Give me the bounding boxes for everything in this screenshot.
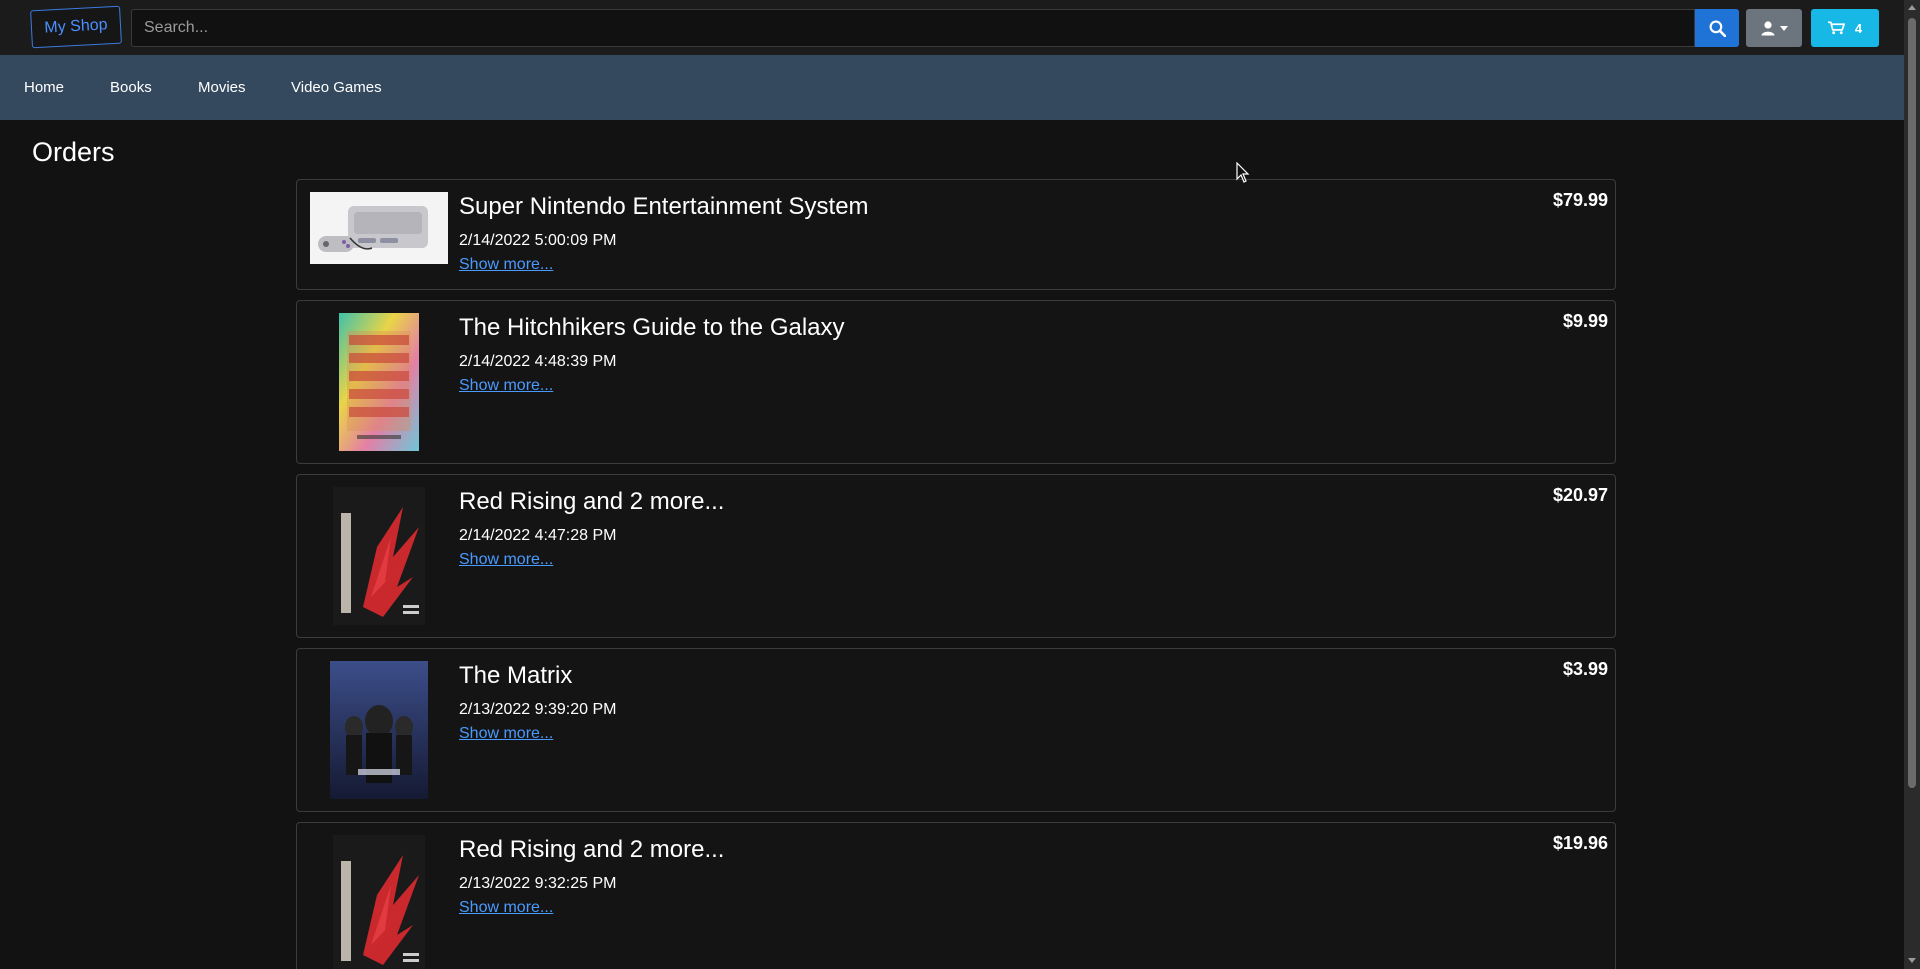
red-rising-book-cover[interactable]	[310, 487, 448, 625]
order-date: 2/14/2022 4:48:39 PM	[459, 353, 617, 370]
order-date: 2/14/2022 4:47:28 PM	[459, 527, 617, 544]
show-more-link[interactable]: Show more...	[459, 377, 553, 395]
chevron-down-icon	[1780, 25, 1788, 31]
user-icon	[1761, 21, 1775, 36]
show-more-link[interactable]: Show more...	[459, 725, 553, 743]
order-price: $19.96	[1552, 833, 1608, 853]
search-box	[131, 9, 1695, 47]
cart-button[interactable]: 4	[1811, 9, 1879, 47]
nav-item-video-games[interactable]: Video Games	[291, 55, 382, 120]
order-title[interactable]: The Matrix	[459, 662, 572, 690]
snes-console-image[interactable]	[310, 192, 448, 264]
order-card: The Hitchhikers Guide to the Galaxy 2/14…	[296, 300, 1616, 464]
search-input[interactable]	[132, 10, 1694, 46]
hitchhikers-book-cover[interactable]	[310, 313, 448, 451]
brand-logo[interactable]: My Shop	[30, 5, 122, 49]
red-rising-book-cover[interactable]	[310, 835, 448, 969]
search-icon	[1709, 20, 1726, 37]
order-price: $9.99	[1562, 311, 1608, 331]
page-title: Orders	[32, 137, 115, 167]
mouse-cursor-icon	[1236, 162, 1250, 183]
order-card: Red Rising and 2 more... 2/14/2022 4:47:…	[296, 474, 1616, 638]
order-date: 2/13/2022 9:32:25 PM	[459, 875, 617, 892]
nav-item-home[interactable]: Home	[24, 55, 64, 120]
cart-icon	[1827, 21, 1845, 35]
category-nav: Home Books Movies Video Games	[0, 55, 1904, 120]
order-date: 2/14/2022 5:00:09 PM	[459, 232, 617, 249]
cart-count: 4	[1854, 20, 1863, 36]
nav-item-movies[interactable]: Movies	[198, 55, 246, 120]
order-title[interactable]: The Hitchhikers Guide to the Galaxy	[459, 314, 845, 342]
order-card: The Matrix 2/13/2022 9:39:20 PM Show mor…	[296, 648, 1616, 812]
show-more-link[interactable]: Show more...	[459, 551, 553, 569]
matrix-movie-poster[interactable]	[310, 661, 448, 799]
user-menu-button[interactable]	[1746, 9, 1802, 47]
top-bar: My Shop 4	[0, 0, 1904, 55]
order-card: Super Nintendo Entertainment System 2/14…	[296, 179, 1616, 290]
scrollbar-thumb[interactable]	[1908, 18, 1916, 788]
order-title[interactable]: Super Nintendo Entertainment System	[459, 193, 869, 221]
search-button[interactable]	[1695, 9, 1739, 47]
show-more-link[interactable]: Show more...	[459, 899, 553, 917]
show-more-link[interactable]: Show more...	[459, 256, 553, 274]
order-price: $3.99	[1562, 659, 1608, 679]
nav-item-books[interactable]: Books	[110, 55, 152, 120]
order-title[interactable]: Red Rising and 2 more...	[459, 836, 724, 864]
scroll-up-icon[interactable]	[1908, 5, 1916, 10]
order-price: $20.97	[1552, 485, 1608, 505]
order-card: Red Rising and 2 more... 2/13/2022 9:32:…	[296, 822, 1616, 969]
vertical-scrollbar[interactable]	[1904, 0, 1920, 969]
order-title[interactable]: Red Rising and 2 more...	[459, 488, 724, 516]
order-price: $79.99	[1552, 190, 1608, 210]
order-date: 2/13/2022 9:39:20 PM	[459, 701, 617, 718]
scroll-down-icon[interactable]	[1908, 958, 1916, 963]
